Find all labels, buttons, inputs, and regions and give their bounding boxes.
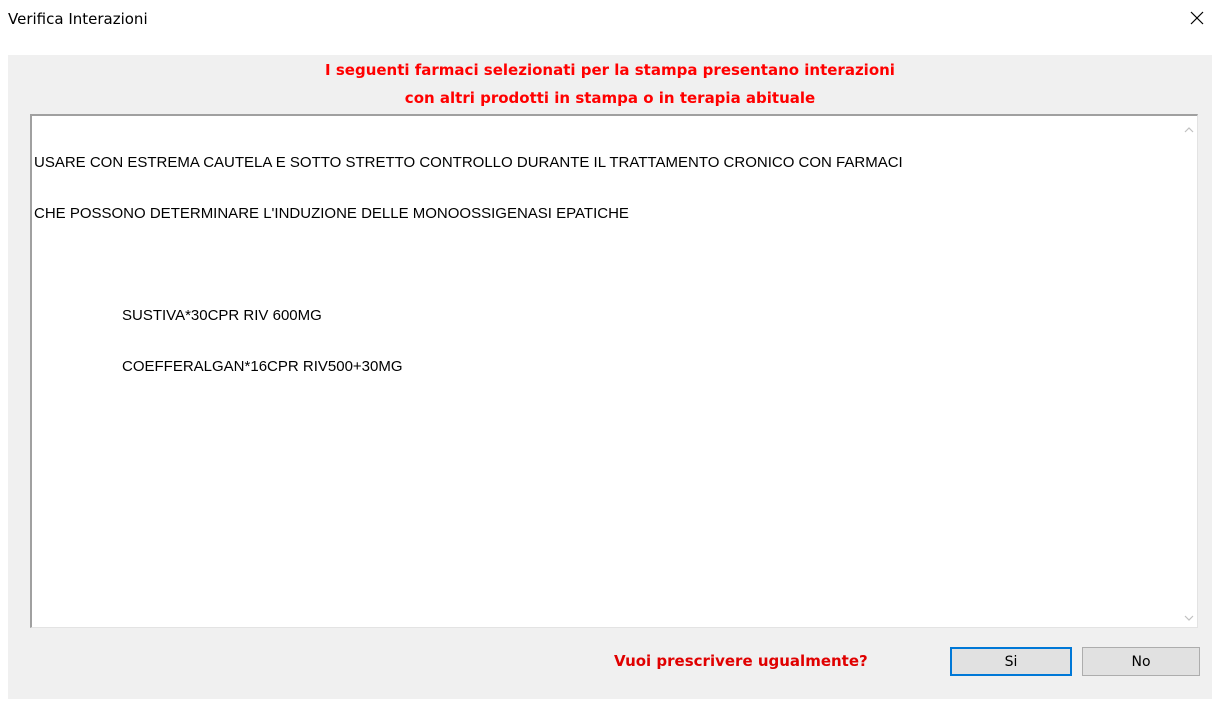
- message-line: USARE CON ESTREMA CAUTELA E SOTTO STRETT…: [34, 154, 903, 171]
- close-icon: [1189, 10, 1205, 31]
- interaction-text: USARE CON ESTREMA CAUTELA E SOTTO STRETT…: [34, 120, 1174, 409]
- chevron-up-icon: [1184, 120, 1194, 138]
- scroll-up-arrow[interactable]: [1180, 120, 1197, 137]
- drug-item: COEFFERALGAN*16CPR RIV500+30MG: [122, 358, 403, 375]
- confirm-question: Vuoi prescrivere ugualmente?: [614, 652, 868, 670]
- title-bar[interactable]: Verifica Interazioni: [0, 0, 1220, 40]
- message-line: CHE POSSONO DETERMINARE L'INDUZIONE DELL…: [34, 205, 629, 222]
- vertical-scrollbar[interactable]: [1180, 116, 1197, 627]
- no-button[interactable]: No: [1082, 647, 1200, 676]
- warning-heading-line-1: I seguenti farmaci selezionati per la st…: [325, 61, 895, 79]
- chevron-down-icon: [1184, 608, 1194, 626]
- drug-item: SUSTIVA*30CPR RIV 600MG: [122, 307, 322, 324]
- dialog-body: I seguenti farmaci selezionati per la st…: [8, 55, 1212, 699]
- close-button[interactable]: [1174, 0, 1220, 40]
- window-title: Verifica Interazioni: [8, 10, 148, 28]
- dialog-window: Verifica Interazioni I seguenti farmaci …: [0, 0, 1220, 705]
- interaction-textbox[interactable]: USARE CON ESTREMA CAUTELA E SOTTO STRETT…: [30, 114, 1198, 628]
- yes-button[interactable]: Si: [950, 647, 1072, 676]
- warning-heading-line-2: con altri prodotti in stampa o in terapi…: [404, 89, 816, 107]
- scroll-down-arrow[interactable]: [1180, 608, 1197, 625]
